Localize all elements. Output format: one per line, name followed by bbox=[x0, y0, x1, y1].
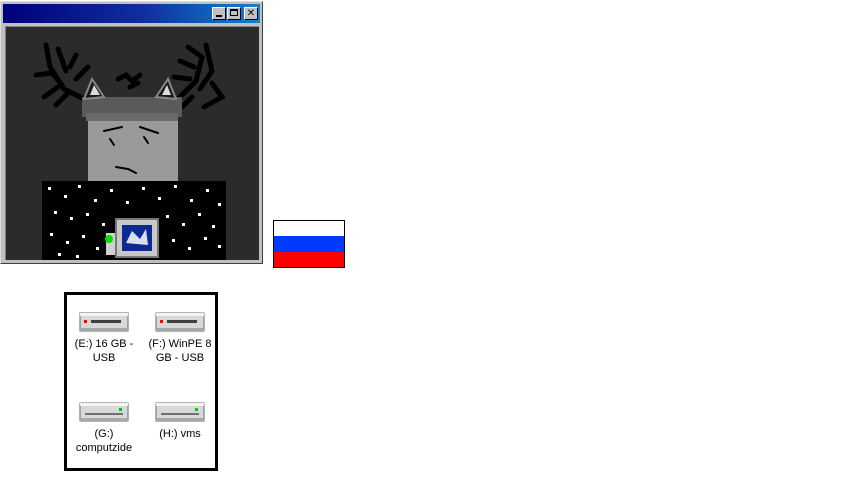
minimize-icon bbox=[216, 15, 222, 17]
flag-stripe-blue bbox=[274, 236, 344, 252]
hard-drive-icon bbox=[155, 402, 205, 422]
maximize-icon bbox=[230, 9, 238, 16]
minimize-button[interactable] bbox=[212, 7, 226, 20]
usb-drive-icon bbox=[155, 312, 205, 332]
drive-f[interactable]: (F:) WinPE 8 GB - USB bbox=[143, 310, 217, 365]
drive-h[interactable]: (H:) vms bbox=[143, 400, 217, 441]
drive-label: (H:) vms bbox=[159, 428, 201, 440]
drive-e[interactable]: (E:) 16 GB - USB bbox=[67, 310, 141, 365]
maximize-button[interactable] bbox=[227, 7, 241, 20]
flag-stripe-red bbox=[274, 251, 344, 267]
close-icon: ✕ bbox=[246, 8, 256, 19]
hard-drive-icon bbox=[79, 402, 129, 422]
title-bar[interactable]: ✕ bbox=[3, 4, 260, 23]
drive-label: (F:) WinPE 8 GB - USB bbox=[148, 338, 212, 364]
drive-label: (G:) computzide bbox=[75, 428, 133, 454]
close-button[interactable]: ✕ bbox=[244, 7, 258, 20]
drive-label: (E:) 16 GB - USB bbox=[74, 338, 134, 364]
drive-g[interactable]: (G:) computzide bbox=[67, 400, 141, 455]
usb-drive-icon bbox=[79, 312, 129, 332]
flag-stripe-white bbox=[274, 221, 344, 237]
russian-flag bbox=[273, 220, 345, 268]
drives-panel: (E:) 16 GB - USB (F:) WinPE 8 GB - USB (… bbox=[64, 292, 218, 471]
image-window[interactable]: ✕ bbox=[0, 1, 263, 264]
character-drawing bbox=[33, 42, 226, 260]
drawing-canvas bbox=[5, 26, 259, 260]
